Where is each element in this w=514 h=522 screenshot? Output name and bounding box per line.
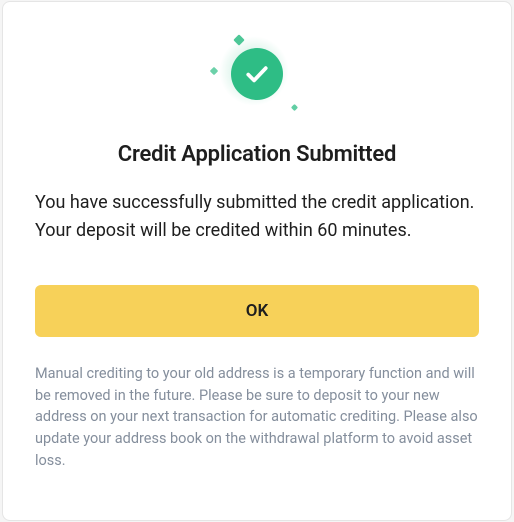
modal-message: You have successfully submitted the cred… xyxy=(35,189,479,245)
confirmation-modal: Credit Application Submitted You have su… xyxy=(2,1,512,521)
sparkle-icon xyxy=(210,67,218,75)
disclaimer-text: Manual crediting to your old address is … xyxy=(35,363,479,472)
ok-button[interactable]: OK xyxy=(35,285,479,337)
check-success-icon xyxy=(217,34,297,114)
check-circle-icon xyxy=(231,48,283,100)
sparkle-icon xyxy=(291,104,298,111)
icon-wrapper xyxy=(35,34,479,114)
modal-title: Credit Application Submitted xyxy=(35,142,479,167)
